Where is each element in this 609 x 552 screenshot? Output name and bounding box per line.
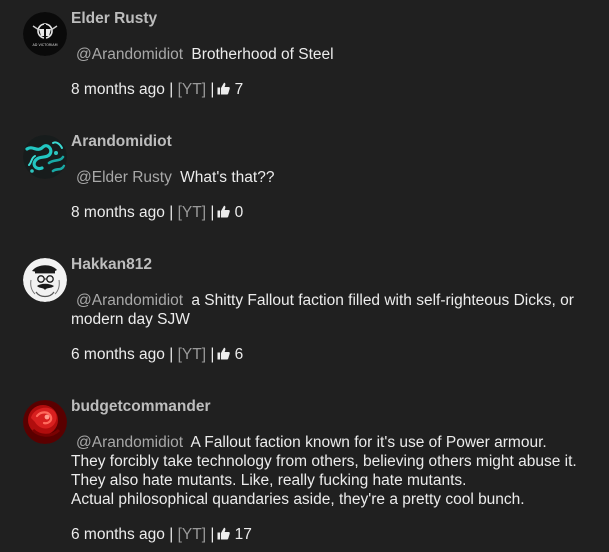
- meta-separator: |: [210, 346, 215, 363]
- comment-meta: 8 months ago | [YT] | 7: [71, 81, 243, 99]
- comment-text-line: A Fallout faction known for it's use of …: [190, 434, 547, 451]
- svg-text:AD VICTORIAM: AD VICTORIAM: [32, 43, 57, 47]
- comment-timestamp: 6 months ago: [71, 346, 165, 363]
- thumbs-up-icon[interactable]: [217, 82, 231, 95]
- comment-author[interactable]: budgetcommander: [71, 398, 211, 416]
- meta-separator: |: [169, 346, 174, 363]
- comment-text-line: What's that??: [180, 169, 275, 186]
- source-link[interactable]: [YT]: [178, 346, 206, 363]
- like-count: 0: [234, 204, 244, 221]
- comment-body: @Arandomidiot A Fallout faction known fo…: [71, 433, 596, 509]
- meta-separator: |: [210, 81, 215, 98]
- avatar[interactable]: AD VICTORIAM: [23, 12, 67, 56]
- meta-separator: |: [169, 81, 174, 98]
- avatar[interactable]: [23, 258, 67, 302]
- comment-body: @Arandomidiot Brotherhood of Steel: [71, 45, 596, 64]
- source-link[interactable]: [YT]: [178, 204, 206, 221]
- meta-separator: |: [169, 526, 174, 543]
- comment-text-line: Actual philosophical quandaries aside, t…: [71, 491, 525, 508]
- comment-meta: 8 months ago | [YT] | 0: [71, 204, 243, 222]
- source-link[interactable]: [YT]: [178, 81, 206, 98]
- comment-timestamp: 6 months ago: [71, 526, 165, 543]
- comment-body: @Arandomidiot a Shitty Fallout faction f…: [71, 291, 596, 329]
- comment-text-line: They forcibly take technology from other…: [71, 453, 577, 470]
- meta-separator: |: [210, 204, 215, 221]
- meta-separator: |: [210, 526, 215, 543]
- like-count: 7: [234, 81, 244, 98]
- thumbs-up-icon[interactable]: [217, 347, 231, 360]
- comment-text-line: They also hate mutants. Like, really fuc…: [71, 472, 467, 489]
- comment-author[interactable]: Elder Rusty: [71, 10, 157, 28]
- comment-meta: 6 months ago | [YT] | 6: [71, 346, 243, 364]
- comment-author[interactable]: Arandomidiot: [71, 133, 172, 151]
- comment-text-line: Brotherhood of Steel: [191, 46, 334, 63]
- avatar[interactable]: [23, 400, 67, 444]
- avatar[interactable]: [23, 135, 67, 179]
- comment-timestamp: 8 months ago: [71, 81, 165, 98]
- mention-link[interactable]: @Arandomidiot: [76, 46, 183, 63]
- thumbs-up-icon[interactable]: [217, 205, 231, 218]
- meta-separator: |: [169, 204, 174, 221]
- comment-timestamp: 8 months ago: [71, 204, 165, 221]
- mention-link[interactable]: @Elder Rusty: [76, 169, 172, 186]
- comment-body: @Elder Rusty What's that??: [71, 168, 596, 187]
- comment-meta: 6 months ago | [YT] | 17: [71, 526, 252, 544]
- thumbs-up-icon[interactable]: [217, 527, 231, 540]
- source-link[interactable]: [YT]: [178, 526, 206, 543]
- like-count: 6: [234, 346, 244, 363]
- comment-author[interactable]: Hakkan812: [71, 256, 152, 274]
- mention-link[interactable]: @Arandomidiot: [76, 292, 183, 309]
- mention-link[interactable]: @Arandomidiot: [76, 434, 183, 451]
- like-count: 17: [234, 526, 252, 543]
